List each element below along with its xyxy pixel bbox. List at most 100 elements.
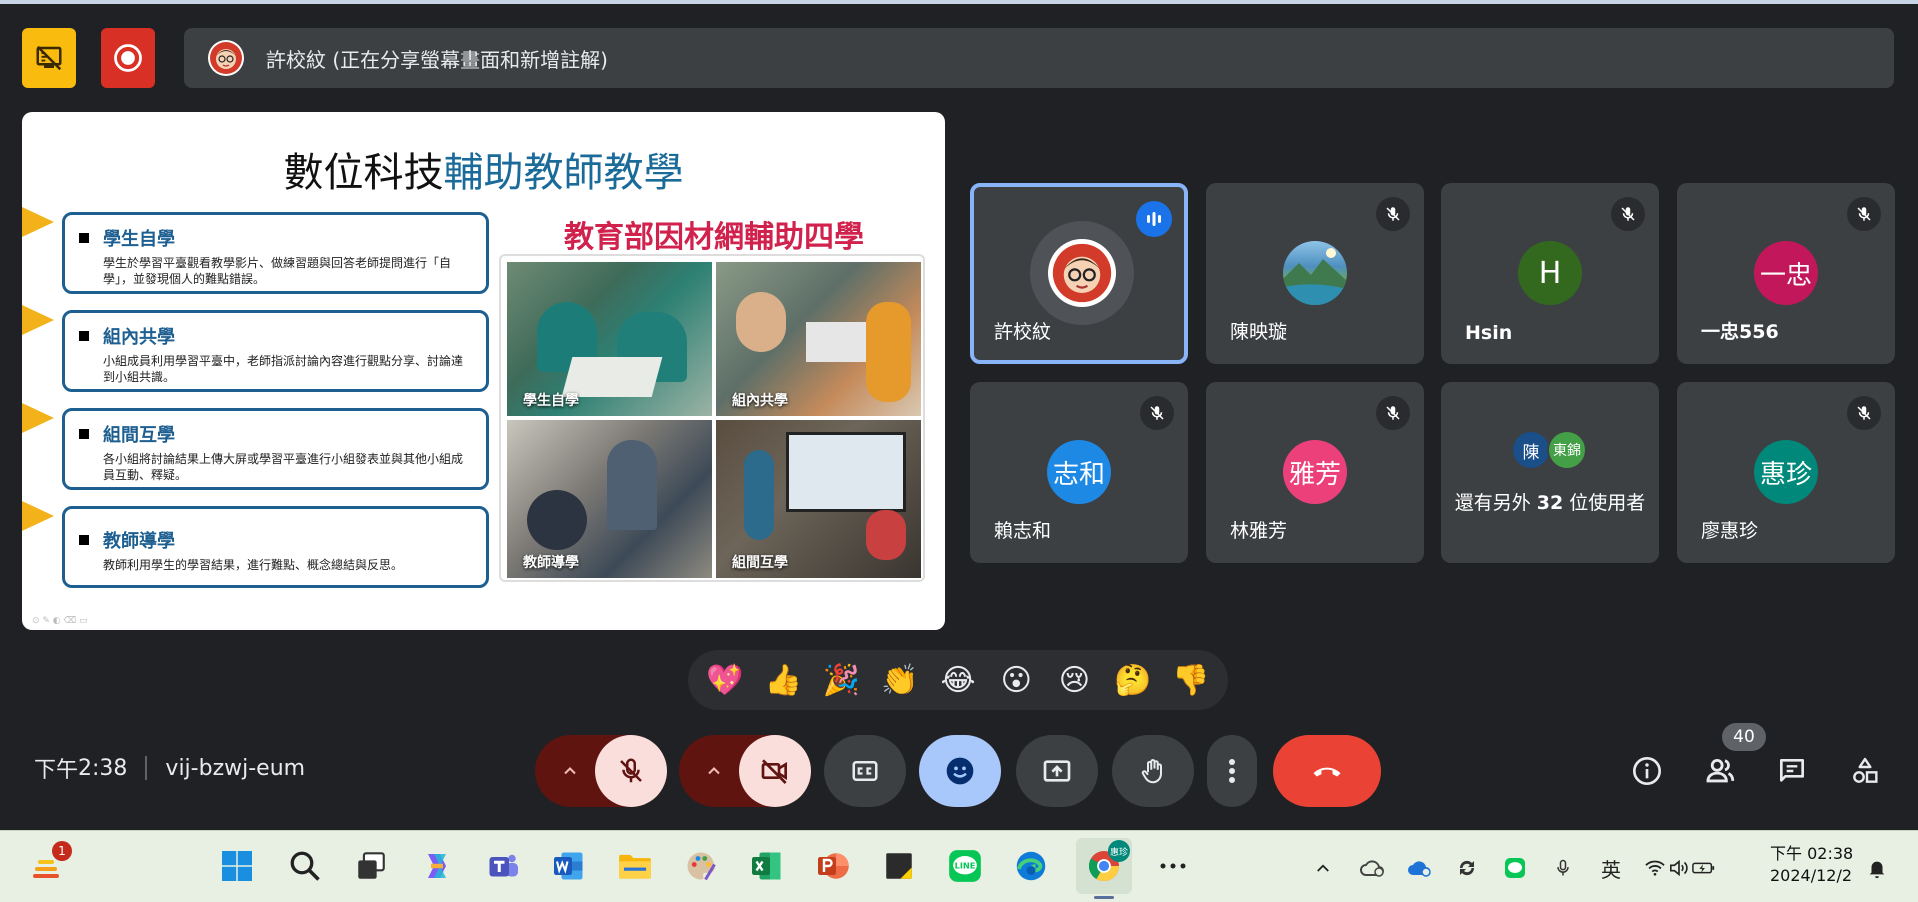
line-button[interactable]: LINE (942, 843, 988, 889)
info-icon (1633, 757, 1661, 785)
others-count: 32 (1536, 492, 1564, 514)
reaction-thumbs-down-button[interactable]: 👎 (1168, 663, 1214, 698)
notifications-button[interactable] (1862, 853, 1892, 883)
classroom-photo: 教師導學 (507, 420, 712, 578)
word-button[interactable] (546, 843, 592, 889)
reaction-heart-button[interactable]: 💖 (702, 663, 748, 698)
learning-item-head: 組內共學 (103, 327, 175, 348)
excel-button[interactable] (744, 843, 790, 889)
reactions-button[interactable] (919, 735, 1001, 807)
captions-button[interactable] (824, 735, 906, 807)
edge-icon (1016, 851, 1046, 881)
line-tray-icon[interactable] (1500, 853, 1530, 883)
record-icon (114, 44, 142, 72)
system-clock[interactable]: 下午 02:38 2024/12/2 (1770, 843, 1853, 887)
camera-off-icon (761, 759, 787, 784)
edge-button[interactable] (1008, 843, 1054, 889)
learning-item-desc: 學生於學習平臺觀看教學影片、做練習題與回答老師提問進行「自學」，並發現個人的難點… (103, 256, 452, 287)
reaction-sad-button[interactable]: 😢 (1051, 663, 1097, 698)
paint-button[interactable] (678, 843, 724, 889)
learning-item-head: 教師導學 (103, 531, 175, 552)
participant-tile[interactable]: H Hsin (1441, 183, 1659, 364)
palette-icon (687, 852, 716, 881)
raise-hand-button[interactable] (1112, 735, 1194, 807)
closed-captions-icon (852, 761, 878, 781)
cloud-icon (1408, 861, 1431, 877)
clock-time: 下午 02:38 (1770, 844, 1854, 863)
learning-item: 教師導學 教師利用學生的學習結果，進行難點、概念總結與反思。 (62, 506, 489, 588)
participant-tile[interactable]: 雅芳 林雅芳 (1206, 382, 1424, 563)
window-top-edge (0, 0, 1918, 4)
widgets-button[interactable]: 1 (24, 841, 72, 889)
emoji-smile-icon (946, 757, 974, 785)
shared-screen-slide: 數位科技輔助教師教學 學生自學 學生於學習平臺觀看教學影片、做練習題與回答老師提… (22, 112, 945, 630)
onedrive-business-tray-icon[interactable] (1405, 853, 1435, 883)
reaction-laugh-button[interactable]: 😂 (935, 663, 981, 698)
call-end-icon (1313, 767, 1341, 777)
file-explorer-button[interactable] (612, 843, 658, 889)
avatar (1283, 241, 1347, 305)
network-volume-battery-tray[interactable] (1644, 853, 1716, 883)
task-view-icon (358, 852, 385, 879)
microphone-tray-icon[interactable] (1548, 853, 1578, 883)
shapes-icon (1853, 757, 1878, 783)
sync-tray-icon[interactable] (1452, 853, 1482, 883)
sticky-notes-icon (886, 853, 912, 879)
learning-item-desc: 各小組將討論結果上傳大屏或學習平臺進行小組發表並與其他小組成員互動、釋疑。 (103, 452, 464, 483)
ime-indicator[interactable]: 英 (1596, 853, 1626, 883)
photo-caption: 學生自學 (523, 393, 579, 409)
participant-tile[interactable]: 陳映璇 (1206, 183, 1424, 364)
meeting-info: 下午 2:38 vij-bzwj-eum (34, 752, 305, 784)
folder-icon (619, 854, 651, 879)
slide-footer-icons: ⊙ ✎ ◐ ⌫ ▭ (32, 616, 88, 626)
line-app-icon (1505, 858, 1525, 878)
powerpoint-icon (818, 853, 849, 879)
meeting-details-button[interactable] (1626, 750, 1668, 792)
activities-button[interactable] (1844, 750, 1886, 792)
search-button[interactable] (282, 843, 328, 889)
bell-icon (1869, 861, 1885, 879)
others-tile[interactable]: 陳 東錦 還有另外 32 位使用者 (1441, 382, 1659, 563)
teams-button[interactable] (480, 843, 526, 889)
present-to-all-icon (1043, 760, 1071, 782)
mic-icon (1557, 859, 1569, 876)
onedrive-tray-icon[interactable] (1358, 853, 1388, 883)
reaction-thumbs-up-button[interactable]: 👍 (760, 663, 806, 698)
clock-date: 2024/12/2 (1770, 866, 1853, 885)
copilot-button[interactable] (414, 843, 460, 889)
windows-logo-icon (222, 851, 252, 881)
chrome-profile-badge: 惠珍 (1108, 840, 1130, 862)
speaking-indicator-icon (1136, 201, 1172, 237)
stop-presenting-button[interactable] (22, 28, 76, 88)
taskbar-overflow-button[interactable] (1150, 843, 1196, 889)
camera-toggle-button[interactable] (739, 735, 811, 807)
leave-call-button[interactable] (1273, 735, 1381, 807)
present-screen-button[interactable] (1016, 735, 1098, 807)
arrow-icon (22, 207, 54, 237)
reaction-party-button[interactable]: 🎉 (819, 663, 865, 698)
mic-off-icon (620, 758, 642, 783)
participant-tile[interactable]: 志和 賴志和 (970, 382, 1188, 563)
participant-tile[interactable]: 一忠 一忠556 (1677, 183, 1895, 364)
participant-tile-speaker[interactable]: 許校紋 (970, 183, 1188, 364)
others-text-prefix: 還有另外 (1454, 492, 1537, 514)
show-hidden-icons-button[interactable] (1308, 853, 1338, 883)
task-view-button[interactable] (348, 843, 394, 889)
people-button[interactable] (1699, 750, 1741, 792)
more-options-button[interactable] (1207, 735, 1257, 807)
chat-button[interactable] (1771, 750, 1813, 792)
mic-toggle-button[interactable] (595, 735, 667, 807)
meeting-time: 2:38 (78, 755, 128, 781)
powerpoint-button[interactable] (810, 843, 856, 889)
reaction-thinking-button[interactable]: 🤔 (1110, 663, 1156, 698)
reaction-surprised-button[interactable]: 😮 (993, 663, 1039, 698)
reaction-clap-button[interactable]: 👏 (877, 663, 923, 698)
start-button[interactable] (214, 843, 260, 889)
arrow-icon (22, 501, 54, 531)
sync-icon (1459, 860, 1475, 876)
sticky-notes-button[interactable] (876, 843, 922, 889)
avatar: 雅芳 (1283, 440, 1347, 504)
chrome-button[interactable]: 惠珍 (1076, 838, 1132, 899)
participant-tile[interactable]: 惠珍 廖惠珍 (1677, 382, 1895, 563)
recording-button[interactable] (101, 28, 155, 88)
